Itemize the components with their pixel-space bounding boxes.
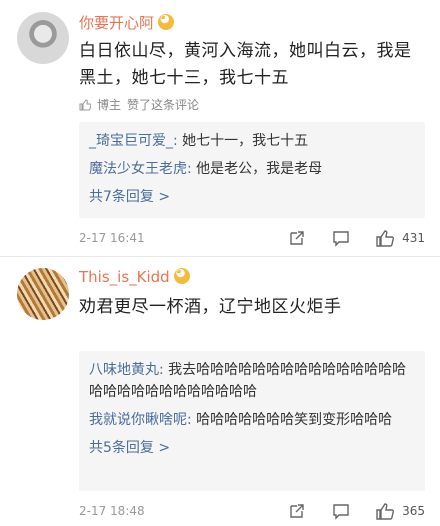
comment-username[interactable]: This_is_Kidd xyxy=(79,266,190,286)
reply-author[interactable]: 魔法少女王老虎: xyxy=(89,161,192,177)
like-button[interactable]: 365 xyxy=(376,502,425,520)
comment-time: 2-17 16:41 xyxy=(79,231,145,245)
reply-box: 八味地黄丸: 我去哈哈哈哈哈哈哈哈哈哈哈哈哈哈哈哈哈哈哈哈哈哈哈哈哈哈哈 我就说… xyxy=(79,351,425,491)
author-liked-indicator: 博主 赞了这条评论 xyxy=(79,96,199,113)
reply-item[interactable]: 我就说你瞅啥呢: 哈哈哈哈哈哈哈笑到变形哈哈哈 xyxy=(89,409,415,431)
thumbs-up-icon xyxy=(79,98,91,110)
reply-item[interactable]: 八味地黄丸: 我去哈哈哈哈哈哈哈哈哈哈哈哈哈哈哈哈哈哈哈哈哈哈哈哈哈哈哈 xyxy=(89,359,415,403)
share-icon xyxy=(290,504,304,518)
reply-author[interactable]: _琦宝巨可爱_: xyxy=(89,133,178,149)
reply-item[interactable]: 魔法少女王老虎: 他是老公，我是老母 xyxy=(89,158,415,180)
comment-icon xyxy=(333,231,349,247)
comment-button[interactable] xyxy=(332,502,350,520)
view-all-replies-link[interactable]: 共5条回复 > xyxy=(89,437,415,457)
vip-badge-icon xyxy=(173,266,190,284)
avatar[interactable] xyxy=(17,12,69,64)
reply-item[interactable]: _琦宝巨可爱_: 她七十一，我七十五 xyxy=(89,130,415,152)
reply-text: 哈哈哈哈哈哈哈笑到变形哈哈哈 xyxy=(191,412,393,428)
reply-author[interactable]: 我就说你瞅啥呢: xyxy=(89,412,192,428)
comment-username[interactable]: 你要开心阿 xyxy=(79,12,175,33)
like-button[interactable]: 431 xyxy=(376,229,425,247)
author-label: 博主 xyxy=(97,98,122,112)
avatar[interactable] xyxy=(17,268,69,320)
comment-footer: 2-17 16:41 431 xyxy=(79,227,425,249)
share-icon xyxy=(290,231,304,245)
reply-text: 她七十一，我七十五 xyxy=(177,133,309,149)
comment-footer: 2-17 18:48 365 xyxy=(79,500,425,522)
divider xyxy=(0,256,440,257)
liked-label: 赞了这条评论 xyxy=(127,98,200,112)
reply-author[interactable]: 八味地黄丸: xyxy=(89,362,164,378)
thumbs-up-icon xyxy=(376,230,395,247)
comment-button[interactable] xyxy=(332,229,350,247)
forward-button[interactable] xyxy=(288,229,306,247)
username-text: 你要开心阿 xyxy=(79,14,155,32)
comment-icon xyxy=(333,504,349,520)
reply-box: _琦宝巨可爱_: 她七十一，我七十五 魔法少女王老虎: 他是老公，我是老母 共7… xyxy=(79,122,425,218)
reply-text: 他是老公，我是老母 xyxy=(191,161,323,177)
thumbs-up-icon xyxy=(376,503,395,520)
comment-text: 白日依山尽，黄河入海流，她叫白云，我是黑土，她七十三，我七十五 xyxy=(79,41,412,88)
comment-time: 2-17 18:48 xyxy=(79,504,145,518)
comment-text: 劝君更尽一杯酒，辽宁地区火炬手 xyxy=(79,297,342,317)
like-count: 431 xyxy=(402,231,425,245)
forward-button[interactable] xyxy=(288,502,306,520)
vip-badge-icon xyxy=(158,12,175,30)
view-all-replies-link[interactable]: 共7条回复 > xyxy=(89,186,415,206)
username-text: This_is_Kidd xyxy=(79,268,170,286)
like-count: 365 xyxy=(402,504,425,518)
